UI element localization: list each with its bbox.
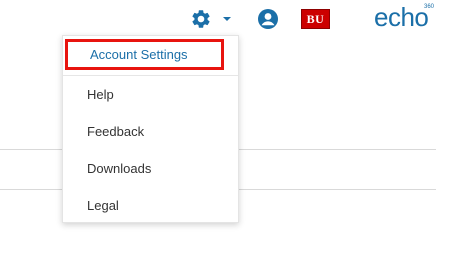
menu-divider <box>63 75 238 76</box>
menu-item-legal[interactable]: Legal <box>63 191 238 221</box>
caret-down-icon[interactable] <box>223 17 231 21</box>
settings-dropdown-menu: Account Settings Help Feedback Downloads… <box>62 35 239 223</box>
user-menu-button[interactable] <box>257 8 279 30</box>
echo360-logo[interactable]: echo <box>374 0 429 34</box>
user-circle-icon <box>257 9 279 34</box>
gear-icon <box>190 8 212 30</box>
menu-item-feedback[interactable]: Feedback <box>63 117 238 147</box>
menu-item-help[interactable]: Help <box>63 80 238 110</box>
page: BU echo 360 Account Settings Help Feedba… <box>0 0 458 279</box>
institution-logo: BU <box>301 9 330 29</box>
menu-item-account-settings[interactable]: Account Settings <box>65 39 224 70</box>
menu-item-downloads[interactable]: Downloads <box>63 154 238 184</box>
echo360-superscript: 360 <box>424 4 435 10</box>
